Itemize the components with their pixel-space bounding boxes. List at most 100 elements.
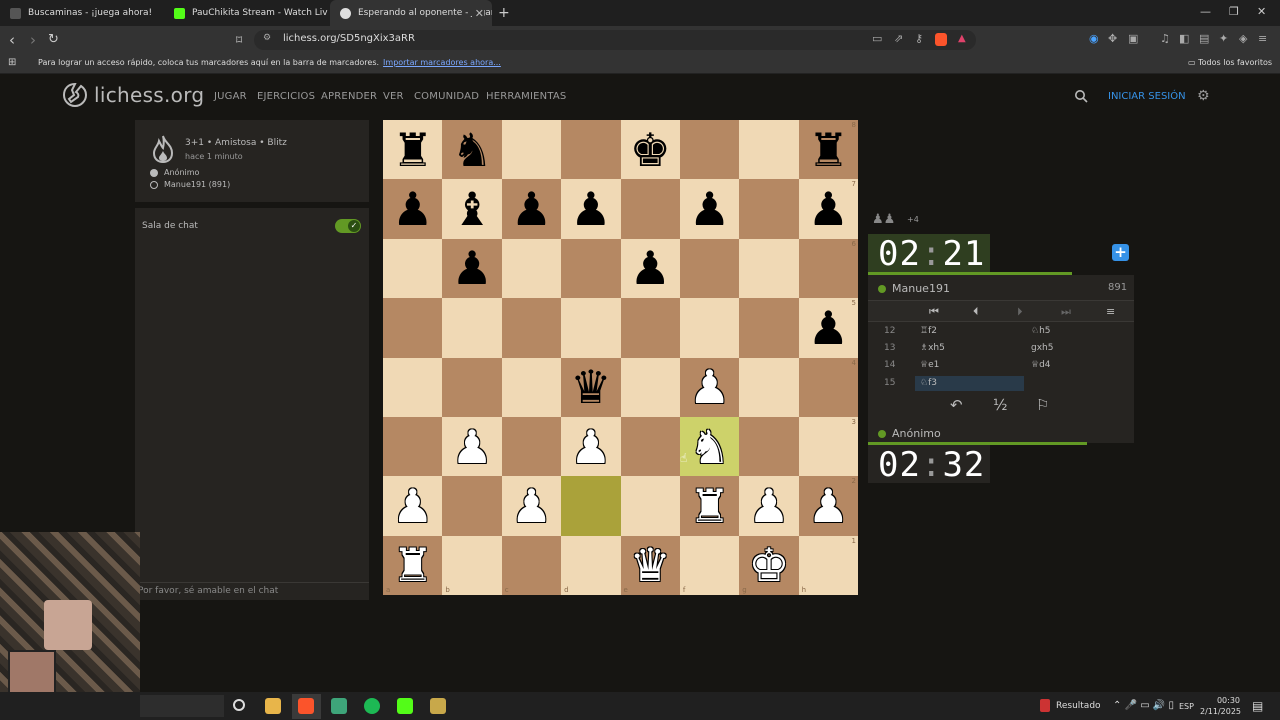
- square-h4[interactable]: 4: [798, 357, 858, 417]
- square-b5[interactable]: [442, 298, 502, 358]
- square-f5[interactable]: [679, 298, 740, 358]
- square-c4[interactable]: [501, 357, 562, 417]
- square-a8[interactable]: ♜: [383, 120, 443, 180]
- white-move[interactable]: ♗xh5: [920, 343, 945, 353]
- last-move-icon[interactable]: ⏭: [1061, 305, 1071, 319]
- square-h6[interactable]: 6: [798, 238, 858, 299]
- prev-move-icon[interactable]: ⏴: [973, 305, 979, 319]
- sidebar-icon[interactable]: ◧: [1179, 32, 1189, 45]
- white-move[interactable]: ♘f3: [920, 378, 937, 388]
- square-e6[interactable]: ♟: [620, 238, 680, 299]
- square-a2[interactable]: ♟: [383, 476, 443, 536]
- square-g5[interactable]: [739, 298, 799, 358]
- black-queen-icon[interactable]: ♛: [570, 364, 611, 410]
- square-g3[interactable]: [739, 416, 799, 477]
- taskbar-clock[interactable]: 00:30 2/11/2025: [1200, 695, 1241, 717]
- chat-toggle[interactable]: ✓: [335, 219, 361, 233]
- square-c2[interactable]: ♟: [501, 476, 562, 536]
- brave-rewards-icon[interactable]: ▲: [958, 33, 966, 44]
- tab-buscaminas[interactable]: Buscaminas - ¡juega ahora!: [0, 0, 163, 26]
- menu-icon[interactable]: ≡: [1258, 32, 1267, 45]
- opponent-name[interactable]: Manue191: [878, 282, 950, 295]
- black-move[interactable]: gxh5: [1031, 343, 1053, 353]
- my-name[interactable]: Anónimo: [878, 427, 941, 440]
- square-d6[interactable]: [561, 238, 621, 299]
- square-d4[interactable]: ♛: [561, 357, 621, 417]
- square-a6[interactable]: [383, 238, 443, 299]
- square-g1[interactable]: ♚ g: [739, 535, 799, 595]
- login-link[interactable]: INICIAR SESIÓN: [1108, 91, 1186, 102]
- square-d7[interactable]: ♟: [561, 179, 621, 239]
- restore-button[interactable]: ❐: [1229, 5, 1239, 18]
- square-b6[interactable]: ♟: [442, 238, 502, 299]
- square-d3[interactable]: ♟: [561, 416, 621, 477]
- white-king-icon[interactable]: ♚: [748, 542, 789, 588]
- square-f8[interactable]: [679, 120, 740, 180]
- reload-button[interactable]: ↻: [48, 31, 59, 49]
- square-e5[interactable]: [620, 298, 680, 358]
- square-h1[interactable]: 1h: [798, 535, 858, 595]
- black-pawn-icon[interactable]: ♟: [451, 245, 492, 291]
- offer-draw-button[interactable]: ½: [993, 396, 1008, 414]
- square-e2[interactable]: [620, 476, 680, 536]
- all-favorites[interactable]: ▭ Todos los favoritos: [1188, 58, 1272, 67]
- language-indicator[interactable]: ESP: [1179, 702, 1194, 711]
- extensions-icon[interactable]: ✥: [1108, 32, 1117, 45]
- audio-icon[interactable]: ◉: [1089, 32, 1099, 45]
- cortana-icon[interactable]: [233, 699, 245, 711]
- black-rook-icon[interactable]: ♜: [808, 127, 849, 173]
- square-g2[interactable]: ♟: [739, 476, 799, 536]
- black-rook-icon[interactable]: ♜: [392, 127, 433, 173]
- square-b1[interactable]: b: [442, 535, 502, 595]
- black-bishop-icon[interactable]: ♝: [451, 186, 492, 232]
- new-tab-button[interactable]: +: [498, 5, 510, 21]
- black-pawn-icon[interactable]: ♟: [511, 186, 552, 232]
- square-c3[interactable]: [501, 416, 562, 477]
- menu-ver[interactable]: VER: [383, 91, 404, 102]
- key-icon[interactable]: ⚷: [915, 32, 923, 45]
- reader-icon[interactable]: ▣: [1128, 32, 1138, 45]
- white-knight-icon[interactable]: ♞: [689, 424, 730, 470]
- square-f2[interactable]: ♜: [679, 476, 740, 536]
- square-e7[interactable]: [620, 179, 680, 239]
- next-move-icon[interactable]: ⏵: [1017, 305, 1023, 319]
- scores-widget[interactable]: Resultado: [1056, 701, 1101, 711]
- music-icon[interactable]: ♫: [1160, 32, 1170, 45]
- square-h7[interactable]: ♟ 7: [798, 179, 858, 239]
- white-pawn-icon[interactable]: ♟: [392, 483, 433, 529]
- brave-icon[interactable]: [298, 698, 314, 714]
- white-pawn-icon[interactable]: ♟: [511, 483, 552, 529]
- square-f3[interactable]: ♞: [679, 416, 740, 477]
- menu-jugar[interactable]: JUGAR: [214, 91, 247, 102]
- kick-icon[interactable]: [397, 698, 413, 714]
- black-move[interactable]: ♘h5: [1031, 326, 1051, 336]
- square-b2[interactable]: [442, 476, 502, 536]
- black-pawn-icon[interactable]: ♟: [630, 245, 671, 291]
- black-pawn-icon[interactable]: ♟: [808, 186, 849, 232]
- takeback-icon[interactable]: ↶: [950, 396, 963, 414]
- close-tab-icon[interactable]: ✕: [471, 6, 484, 20]
- taskbar-search[interactable]: [140, 695, 224, 717]
- first-move-icon[interactable]: ⏮: [929, 305, 939, 319]
- wallet-icon[interactable]: ▤: [1199, 32, 1209, 45]
- square-a1[interactable]: ♜ a: [383, 535, 443, 595]
- square-a4[interactable]: [383, 357, 443, 417]
- square-f7[interactable]: ♟: [679, 179, 740, 239]
- square-f4[interactable]: ♟: [679, 357, 740, 417]
- square-b4[interactable]: [442, 357, 502, 417]
- menu-comunidad[interactable]: COMUNIDAD: [414, 91, 479, 102]
- square-d2[interactable]: [561, 476, 621, 536]
- square-d1[interactable]: d: [561, 535, 621, 595]
- white-move[interactable]: ♖f2: [920, 326, 937, 336]
- square-e4[interactable]: [620, 357, 680, 417]
- white-rook-icon[interactable]: ♜: [392, 542, 433, 588]
- apps-icon[interactable]: ⊞: [8, 57, 16, 68]
- screen-icon[interactable]: ▭: [872, 32, 882, 45]
- white-pawn-icon[interactable]: ♟: [570, 424, 611, 470]
- square-c5[interactable]: [501, 298, 562, 358]
- black-knight-icon[interactable]: ♞: [451, 127, 492, 173]
- white-pawn-icon[interactable]: ♟: [451, 424, 492, 470]
- lichess-logo[interactable]: lichess.org: [62, 82, 204, 108]
- resign-flag-icon[interactable]: ⚐: [1036, 396, 1049, 414]
- search-icon[interactable]: [1074, 88, 1088, 107]
